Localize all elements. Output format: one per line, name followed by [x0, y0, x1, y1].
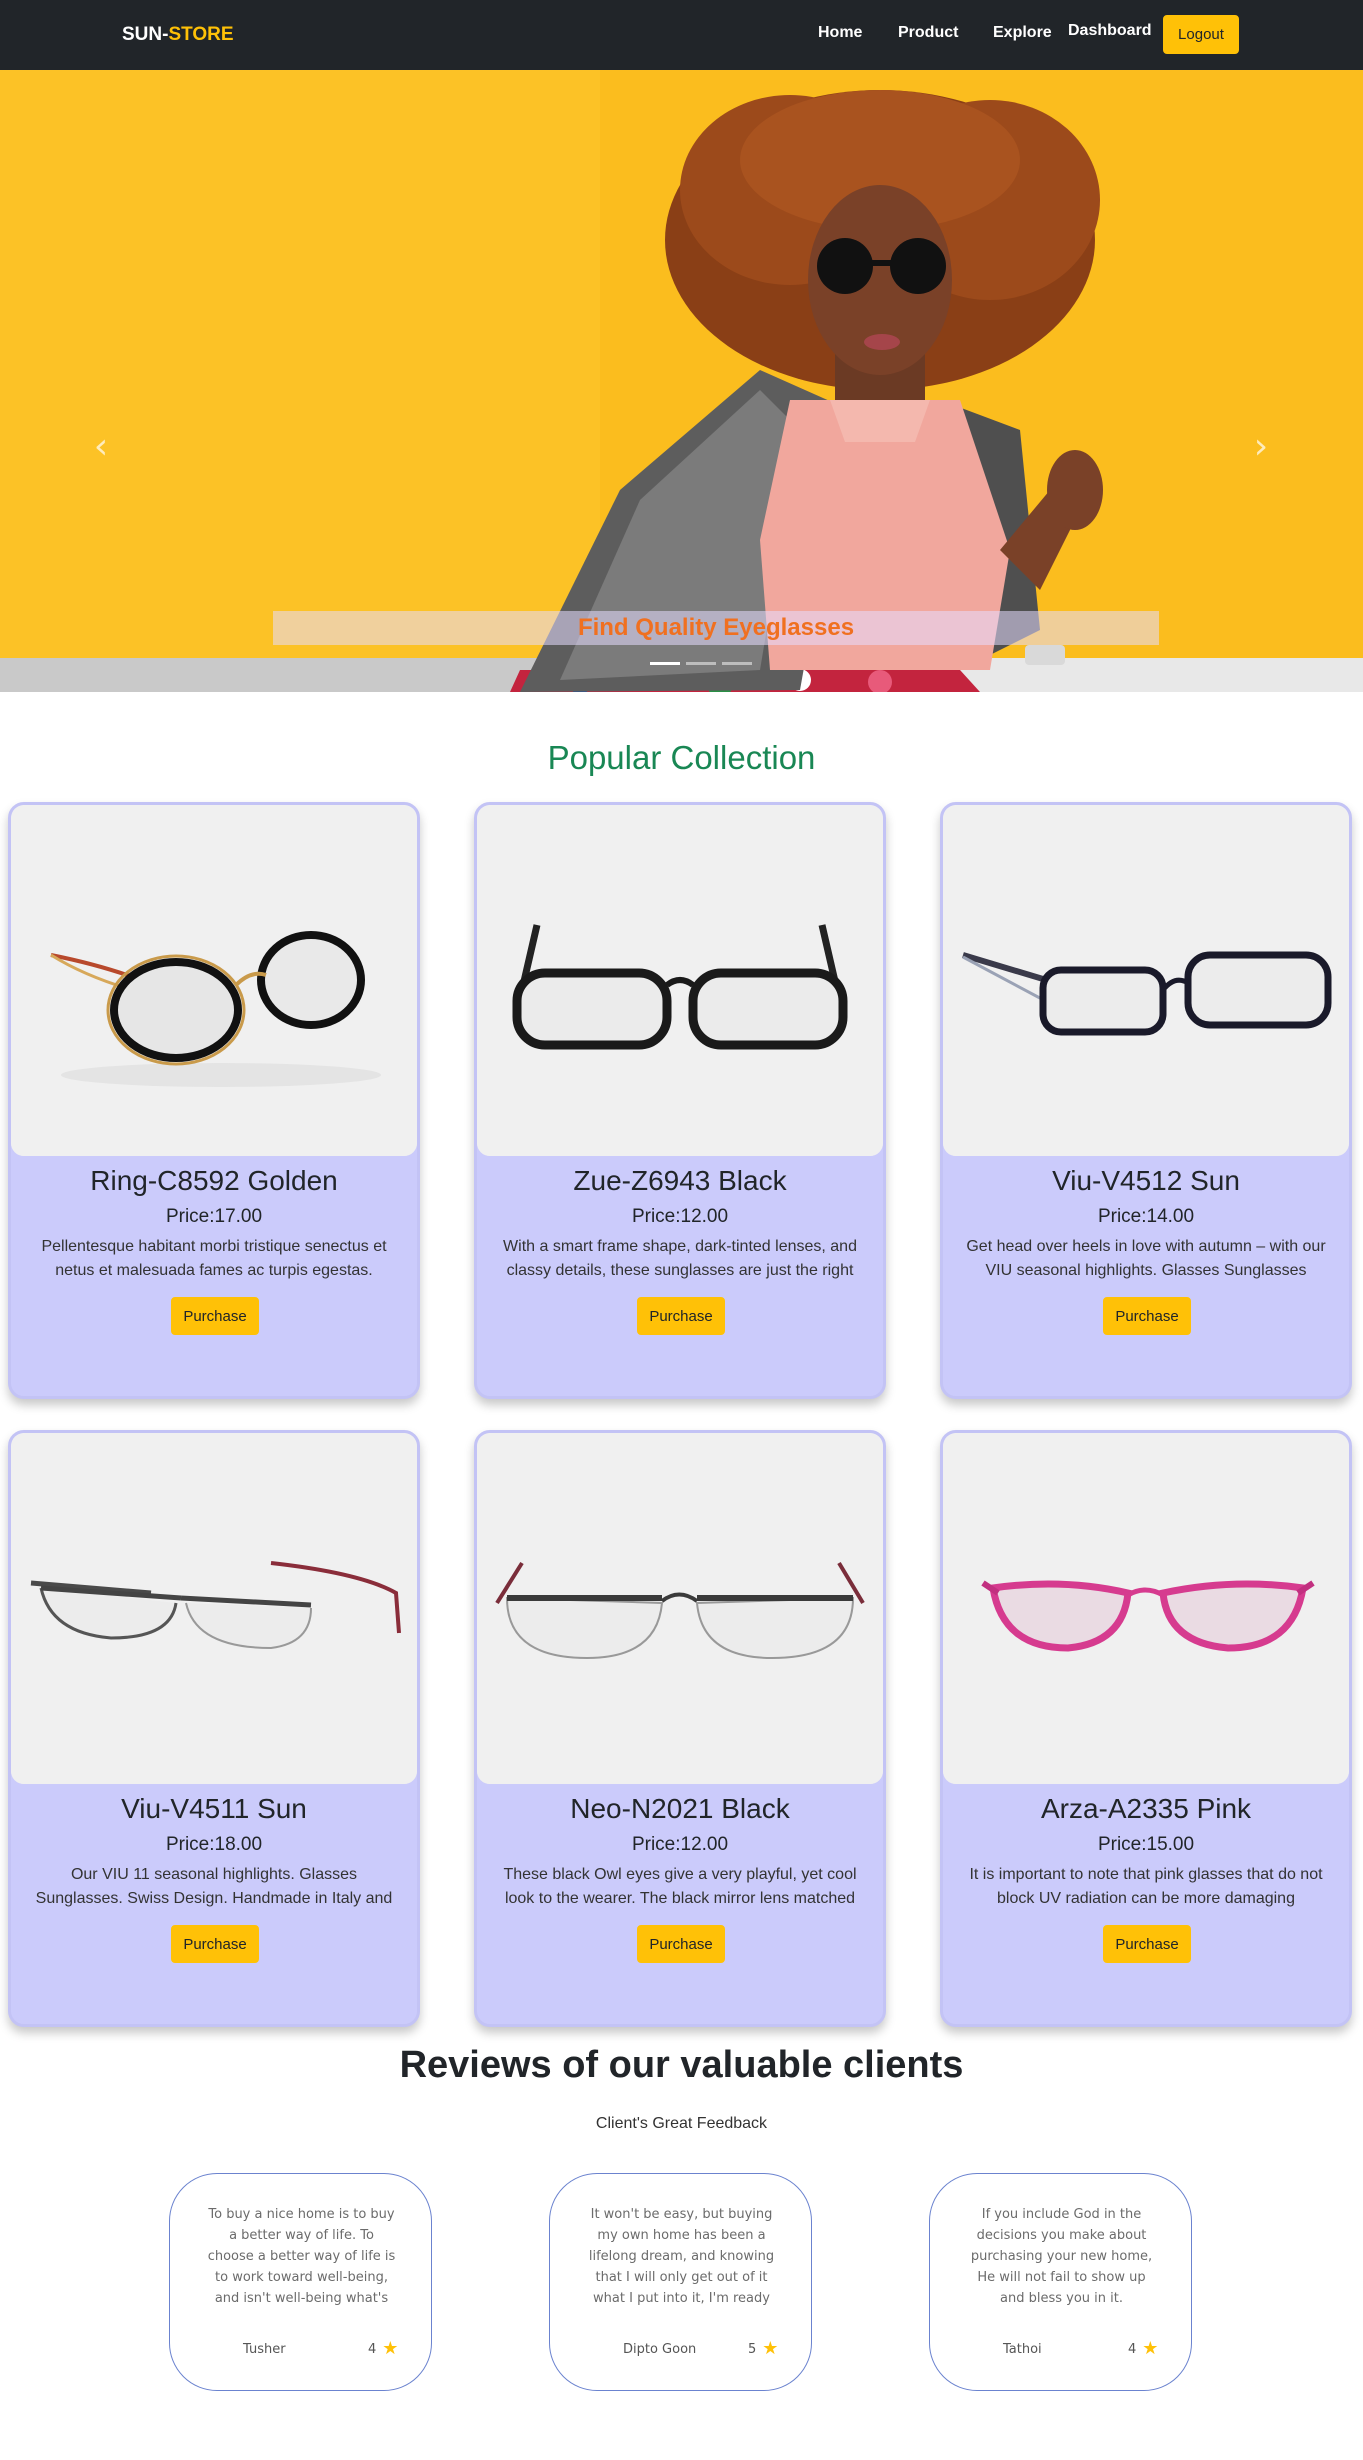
product-price: Price:12.00: [631, 1834, 729, 1855]
reviews-title: Reviews of our valuable clients: [399, 2044, 964, 2086]
product-description: Get head over heels in love with autumn …: [966, 1238, 1326, 1279]
review-card: To buy a nice home is to buy a better wa…: [169, 2173, 432, 2391]
rating-value: 4: [368, 2341, 377, 2357]
rating-value: 5: [748, 2341, 757, 2357]
carousel-next-button[interactable]: ›: [1246, 427, 1276, 467]
review-rating: 4 ★: [1128, 2340, 1158, 2358]
review-text: It won't be easy, but buying my own home…: [588, 2207, 775, 2306]
brand-suffix: STORE: [168, 24, 234, 45]
product-card: Viu-V4512 Sun Price:14.00 Get head over …: [940, 802, 1352, 1399]
nav-link-home[interactable]: Home: [818, 24, 862, 42]
star-icon: ★: [1142, 2338, 1159, 2359]
carousel-caption: Find Quality Eyeglasses: [273, 611, 1159, 645]
product-image: [943, 805, 1349, 1156]
reviews-subtitle: Client's Great Feedback: [595, 2115, 768, 2132]
rating-value: 4: [1128, 2341, 1137, 2357]
product-description: It is important to note that pink glasse…: [969, 1866, 1323, 1907]
product-price: Price:14.00: [1097, 1206, 1195, 1227]
product-image: [477, 805, 883, 1156]
brand-prefix: SUN-: [122, 24, 169, 45]
brand-logo[interactable]: SUN-STORE: [122, 24, 234, 46]
purchase-button[interactable]: Purchase: [171, 1925, 259, 1963]
product-description: Pellentesque habitant morbi tristique se…: [41, 1238, 387, 1279]
carousel-indicators: [650, 662, 752, 665]
glasses-sun-image: [943, 805, 1349, 1156]
glasses-black-image: [477, 805, 883, 1156]
product-card: Ring-C8592 Golden Price:17.00 Pellentesq…: [8, 802, 420, 1399]
hero-image: [0, 70, 1363, 692]
carousel-caption-text: Find Quality Eyeglasses: [577, 614, 855, 641]
purchase-button[interactable]: Purchase: [171, 1297, 259, 1335]
product-image: [477, 1433, 883, 1784]
navbar: SUN-STORE Home Product Explore Dashboard…: [0, 0, 1363, 70]
purchase-button[interactable]: Purchase: [1103, 1297, 1191, 1335]
product-price: Price:18.00: [165, 1834, 263, 1855]
star-icon: ★: [382, 2338, 399, 2359]
purchase-button[interactable]: Purchase: [1103, 1925, 1191, 1963]
review-card: It won't be easy, but buying my own home…: [549, 2173, 812, 2391]
glasses-golden-image: [11, 805, 417, 1156]
nav-link-dashboard[interactable]: Dashboard: [1068, 22, 1152, 40]
product-grid: Ring-C8592 Golden Price:17.00 Pellentesq…: [0, 778, 1363, 2043]
product-name: Neo-N2021 Black: [570, 1793, 790, 1824]
product-card: Zue-Z6943 Black Price:12.00 With a smart…: [474, 802, 886, 1399]
product-name: Zue-Z6943 Black: [573, 1165, 787, 1196]
product-card: Neo-N2021 Black Price:12.00 These black …: [474, 1430, 886, 2027]
product-image: [11, 1433, 417, 1784]
nav-link-explore[interactable]: Explore: [993, 24, 1052, 42]
carousel-indicator[interactable]: [722, 662, 752, 665]
glasses-halfrim-image: [477, 1433, 883, 1784]
reviewer-name: Dipto Goon: [623, 2342, 697, 2357]
product-name: Ring-C8592 Golden: [90, 1165, 338, 1196]
reviews-list: To buy a nice home is to buy a better wa…: [0, 2173, 1363, 2413]
product-price: Price:12.00: [631, 1206, 729, 1227]
product-description: Our VIU 11 seasonal highlights. Glasses …: [35, 1866, 393, 1907]
product-image: [943, 1433, 1349, 1784]
carousel-prev-button[interactable]: ‹: [86, 427, 116, 467]
product-price: Price:15.00: [1097, 1834, 1195, 1855]
product-price: Price:17.00: [165, 1206, 263, 1227]
review-card: If you include God in the decisions you …: [929, 2173, 1192, 2391]
product-name: Arza-A2335 Pink: [1040, 1793, 1252, 1824]
purchase-button[interactable]: Purchase: [637, 1297, 725, 1335]
reviewer-name: Tusher: [243, 2342, 286, 2357]
glasses-rimless-image: [11, 1433, 417, 1784]
collection-title: Popular Collection: [547, 739, 816, 776]
product-card: Arza-A2335 Pink Price:15.00 It is import…: [940, 1430, 1352, 2027]
product-description: These black Owl eyes give a very playful…: [503, 1866, 857, 1907]
glasses-pink-image: [943, 1433, 1349, 1784]
chevron-left-icon: ‹: [93, 426, 109, 467]
reviewer-name: Tathoi: [1003, 2342, 1042, 2357]
review-rating: 4 ★: [368, 2340, 398, 2358]
product-name: Viu-V4511 Sun: [121, 1793, 307, 1824]
purchase-button[interactable]: Purchase: [637, 1925, 725, 1963]
carousel-indicator[interactable]: [650, 662, 680, 665]
chevron-right-icon: ›: [1253, 426, 1269, 467]
carousel-indicator[interactable]: [686, 662, 716, 665]
review-rating: 5 ★: [748, 2340, 778, 2358]
product-card: Viu-V4511 Sun Price:18.00 Our VIU 11 sea…: [8, 1430, 420, 2027]
product-image: [11, 805, 417, 1156]
hero-carousel: ‹ › Find Quality Eyeglasses: [0, 70, 1363, 692]
logout-button[interactable]: Logout: [1163, 15, 1239, 54]
nav-link-product[interactable]: Product: [898, 24, 958, 42]
product-description: With a smart frame shape, dark-tinted le…: [503, 1238, 857, 1279]
review-text: If you include God in the decisions you …: [970, 2207, 1153, 2306]
review-text: To buy a nice home is to buy a better wa…: [207, 2207, 396, 2306]
star-icon: ★: [762, 2338, 779, 2359]
product-name: Viu-V4512 Sun: [1052, 1165, 1240, 1196]
